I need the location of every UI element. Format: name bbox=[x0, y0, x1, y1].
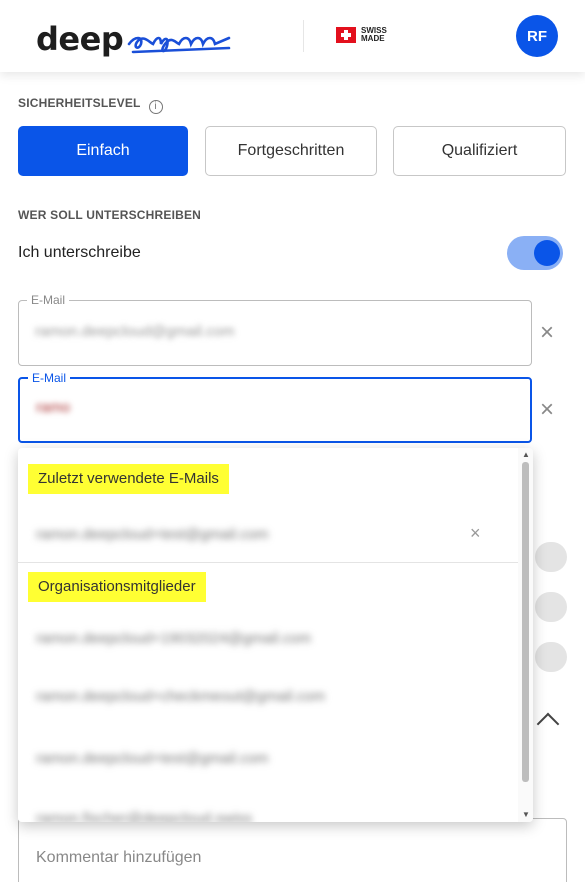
background-toggle[interactable] bbox=[535, 642, 567, 672]
email-field-2-legend: E-Mail bbox=[28, 370, 71, 386]
suggestion-item[interactable]: ramon.deepcloud+test@gmail.com bbox=[18, 732, 518, 788]
email-field-2[interactable]: E-Mail ramo bbox=[18, 370, 532, 443]
close-icon[interactable]: × bbox=[540, 398, 554, 422]
swiss-line-2: MADE bbox=[361, 34, 385, 43]
user-avatar[interactable]: RF bbox=[516, 15, 558, 57]
org-members-header: Organisationsmitglieder bbox=[28, 572, 206, 602]
level-advanced-button[interactable]: Fortgeschritten bbox=[205, 126, 377, 176]
scroll-up-icon[interactable]: ▲ bbox=[522, 450, 530, 459]
email-field-1-legend: E-Mail bbox=[27, 292, 70, 308]
email-field-1-value: ramon.deepcloud@gmail.com bbox=[35, 323, 235, 340]
chevron-up-icon[interactable] bbox=[536, 712, 560, 736]
header-divider bbox=[303, 20, 304, 52]
security-level-heading: SICHERHEITSLEVEL i bbox=[18, 96, 163, 114]
background-toggle[interactable] bbox=[535, 542, 567, 572]
comment-placeholder: Kommentar hinzufügen bbox=[36, 849, 202, 866]
suggestion-email: ramon.deepcloud+test@gmail.com bbox=[36, 526, 269, 543]
logo-script-icon bbox=[127, 36, 231, 54]
dropdown-scrollbar[interactable]: ▲ ▼ bbox=[518, 448, 533, 822]
suggestion-item[interactable]: ramon.deepcloud+test@gmail.com × bbox=[18, 508, 518, 564]
email-field-1[interactable]: E-Mail ramon.deepcloud@gmail.com bbox=[18, 292, 532, 366]
scroll-down-icon[interactable]: ▼ bbox=[522, 810, 530, 819]
logo-word: deep bbox=[36, 20, 124, 58]
suggestion-email: ramon.fischer@deepcloud.swiss bbox=[36, 810, 253, 822]
signers-heading: WER SOLL UNTERSCHREIBEN bbox=[18, 208, 202, 222]
suggestion-email: ramon.deepcloud+checkmeout@gmail.com bbox=[36, 688, 326, 705]
email-suggestions-dropdown: Zuletzt verwendete E-Mails ramon.deepclo… bbox=[18, 448, 533, 822]
self-sign-toggle[interactable] bbox=[507, 236, 563, 270]
info-icon[interactable]: i bbox=[148, 100, 163, 114]
deepsign-logo[interactable]: deep bbox=[36, 14, 237, 58]
security-level-label: SICHERHEITSLEVEL bbox=[18, 96, 141, 110]
remove-suggestion-icon[interactable]: × bbox=[470, 523, 481, 544]
suggestion-item[interactable]: ramon.deepcloud+19032024@gmail.com bbox=[18, 612, 518, 668]
background-toggle[interactable] bbox=[535, 592, 567, 622]
level-simple-button[interactable]: Einfach bbox=[18, 126, 188, 176]
recent-emails-header: Zuletzt verwendete E-Mails bbox=[28, 464, 229, 494]
level-qualified-button[interactable]: Qualifiziert bbox=[393, 126, 566, 176]
dropdown-divider bbox=[18, 562, 518, 563]
toggle-knob bbox=[534, 240, 560, 266]
suggestion-email: ramon.deepcloud+test@gmail.com bbox=[36, 750, 269, 767]
close-icon[interactable]: × bbox=[540, 321, 554, 345]
suggestion-item[interactable]: ramon.fischer@deepcloud.swiss bbox=[18, 792, 518, 822]
app-header: deep SWISS MADE RF bbox=[0, 0, 585, 72]
swiss-made-badge: SWISS MADE bbox=[336, 27, 387, 43]
self-sign-label: Ich unterschreibe bbox=[18, 244, 141, 261]
suggestion-item[interactable]: ramon.deepcloud+checkmeout@gmail.com bbox=[18, 670, 518, 726]
comment-field[interactable]: Kommentar hinzufügen bbox=[18, 818, 567, 882]
swiss-flag-icon bbox=[336, 27, 356, 43]
email-field-2-value: ramo bbox=[36, 399, 71, 416]
suggestion-email: ramon.deepcloud+19032024@gmail.com bbox=[36, 630, 311, 647]
scrollbar-thumb[interactable] bbox=[522, 462, 529, 782]
